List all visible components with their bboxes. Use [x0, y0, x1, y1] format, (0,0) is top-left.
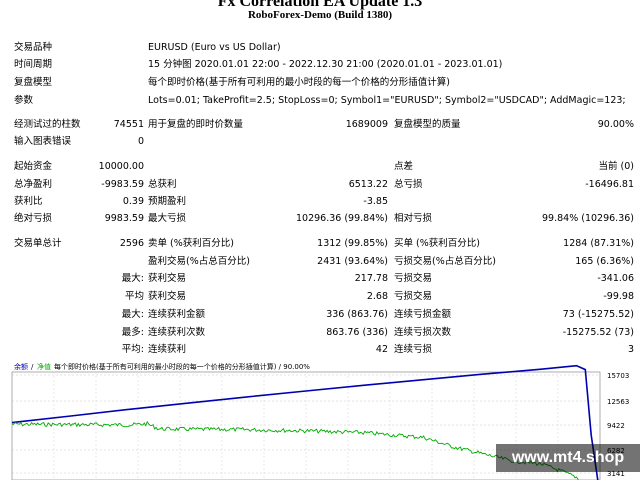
ticks-value: 1689009: [345, 119, 388, 130]
average-loss-value: -99.98: [603, 291, 634, 302]
y-tick-label: 12563: [607, 398, 629, 406]
max-consecutive-losses-label: 连续亏损金额: [394, 309, 452, 320]
quality-label: 复盘模型的质量: [394, 119, 461, 130]
largest-profit-value: 217.78: [354, 273, 388, 284]
short-positions-value: 1312 (99.85%): [317, 238, 388, 249]
gross-profit-value: 6513.22: [348, 179, 388, 190]
y-tick-label: 15703: [607, 372, 629, 380]
watermark: www.mt4.shop: [496, 444, 640, 472]
average-profit-value: 2.68: [366, 291, 388, 302]
quality-value: 90.00%: [597, 119, 634, 130]
deposit-value: 10000.00: [98, 161, 144, 172]
max-consecutive-wins-label: 连续获利金额: [148, 309, 206, 320]
net-profit-value: -9983.59: [101, 179, 144, 190]
max-consecutive-profit-value: 863.76 (336): [326, 327, 388, 338]
model-value: 每个即时价格(基于所有可利用的最小时段的每一个价格的分形插值计算): [148, 77, 450, 88]
relative-drawdown-label: 相对亏损: [394, 213, 433, 224]
symbol-value: EURUSD (Euro vs US Dollar): [148, 42, 281, 53]
net-profit-label: 总净盈利: [14, 179, 53, 190]
errors-value: 0: [137, 136, 144, 147]
max-consecutive-wins-value: 336 (863.76): [326, 309, 388, 320]
average-consecutive-wins-label: 连续获利: [148, 344, 187, 355]
legend-description: 每个即时价格(基于所有可利用的最小时段的每一个价格的分形插值计算) / 90.0…: [54, 362, 310, 371]
report-subtitle: RoboForex-Demo (Build 1380): [247, 9, 392, 21]
gross-loss-value: -16496.81: [585, 179, 634, 190]
profit-trades-label: 盈利交易(%占总百分比): [148, 256, 250, 267]
largest-loss-value: -341.06: [597, 273, 634, 284]
legend-equity: 净值: [37, 362, 51, 371]
largest-profit-label: 获利交易: [148, 273, 187, 284]
profit-factor-label: 获利比: [14, 196, 43, 207]
ticks-label: 用于复盘的即时价数量: [148, 119, 244, 130]
period-label: 时间周期: [14, 59, 53, 70]
long-positions-value: 1284 (87.31%): [563, 238, 634, 249]
average-consecutive-label: 平均:: [121, 344, 144, 355]
max-consecutive-loss-value: -15275.52 (73): [562, 327, 634, 338]
bars-value: 74551: [113, 119, 144, 130]
params-value: Lots=0.01; TakeProfit=2.5; StopLoss=0; S…: [148, 95, 626, 106]
legend-balance: 余额: [14, 362, 28, 371]
period-value: 15 分钟图 2020.01.01 22:00 - 2022.12.30 21:…: [148, 59, 503, 70]
loss-trades-label: 亏损交易(%占总百分比): [394, 256, 496, 267]
average-loss-label: 亏损交易: [394, 291, 433, 302]
max-consecutive-amount-label: 最多:: [121, 327, 144, 338]
long-positions-label: 买单 (%获利百分比): [394, 238, 480, 249]
largest-loss-label: 亏损交易: [394, 273, 433, 284]
largest-label: 最大:: [121, 273, 144, 284]
bars-label: 经测试过的柱数: [14, 119, 81, 130]
average-consecutive-losses-label: 连续亏损: [394, 344, 433, 355]
deposit-label: 起始资金: [14, 161, 53, 172]
max-consecutive-profit-label: 连续获利次数: [148, 327, 206, 338]
spread-label: 点差: [394, 161, 414, 172]
errors-label: 输入图表错误: [14, 136, 72, 147]
absolute-drawdown-value: 9983.59: [104, 213, 144, 224]
expected-payoff-label: 预期盈利: [148, 196, 187, 207]
y-tick-label: 9422: [607, 422, 625, 430]
average-consecutive-losses-value: 3: [627, 344, 634, 355]
expected-payoff-value: -3.85: [363, 196, 388, 207]
absolute-drawdown-label: 绝对亏损: [14, 213, 53, 224]
profit-trades-value: 2431 (93.64%): [317, 256, 388, 267]
average-consecutive-wins-value: 42: [375, 344, 388, 355]
params-label: 参数: [14, 95, 34, 106]
loss-trades-value: 165 (6.36%): [575, 256, 634, 267]
average-label: 平均: [124, 291, 144, 302]
relative-drawdown-value: 99.84% (10296.36): [542, 213, 634, 224]
total-trades-label: 交易单总计: [14, 238, 62, 249]
max-consecutive-label: 最大:: [121, 309, 144, 320]
total-trades-value: 2596: [119, 238, 144, 249]
gross-loss-label: 总亏损: [394, 179, 423, 190]
max-consecutive-losses-value: 73 (-15275.52): [562, 309, 634, 320]
gross-profit-label: 总获利: [148, 179, 177, 190]
model-label: 复盘模型: [14, 77, 53, 88]
short-positions-label: 卖单 (%获利百分比): [148, 238, 234, 249]
max-drawdown-value: 10296.36 (99.84%): [296, 213, 388, 224]
profit-factor-value: 0.39: [122, 196, 144, 207]
symbol-label: 交易品种: [14, 42, 53, 53]
average-profit-label: 获利交易: [148, 291, 187, 302]
max-drawdown-label: 最大亏损: [148, 213, 187, 224]
max-consecutive-loss-label: 连续亏损次数: [394, 327, 452, 338]
spread-value: 当前 (0): [598, 161, 634, 172]
